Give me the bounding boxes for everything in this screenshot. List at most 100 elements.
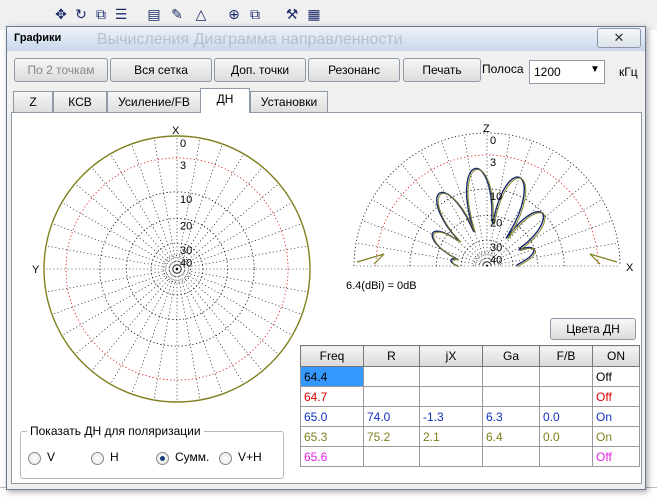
chevron-down-icon[interactable]: ▼ xyxy=(590,64,600,75)
table-cell-freq[interactable]: 64.4 xyxy=(300,366,364,387)
by-two-points-button[interactable]: По 2 точкам xyxy=(14,58,108,82)
azimuth-ring-label: 20 xyxy=(180,220,192,232)
triangle-icon[interactable]: △ xyxy=(192,5,210,23)
table-cell-ga[interactable]: 6.4 xyxy=(482,426,540,447)
scale-icon[interactable]: ☰ xyxy=(112,5,130,23)
table-row[interactable]: 64.7 Off xyxy=(300,386,640,407)
table-row[interactable]: 65.6 Off xyxy=(300,446,640,467)
tab-gain-fb[interactable]: Усиление/FB xyxy=(107,91,201,112)
azimuth-ring-label: 3 xyxy=(180,160,186,172)
table-cell-r[interactable]: 75.2 xyxy=(363,426,420,447)
elevation-pattern-plot: 0 3 10 20 3040 Z X xyxy=(353,123,634,274)
radio-v-label: V xyxy=(47,450,56,464)
radio-h[interactable] xyxy=(91,452,104,465)
col-jx[interactable]: jX xyxy=(419,345,483,367)
azimuth-pattern-plot: 0 3 10 20 3040 X Y xyxy=(32,125,311,403)
elevation-ring-label: 30 xyxy=(490,242,502,254)
col-ga[interactable]: Ga xyxy=(482,345,540,367)
azimuth-radial-line xyxy=(176,183,280,270)
crosshair-icon[interactable]: ⊕ xyxy=(225,5,243,23)
table-cell-jx[interactable] xyxy=(419,366,483,387)
elevation-ring-label: 20 xyxy=(490,217,502,229)
document-icon[interactable]: ▤ xyxy=(145,5,163,23)
azimuth-radial-line xyxy=(91,166,178,270)
table-cell-ga[interactable]: 6.3 xyxy=(482,406,540,427)
tools-icon[interactable]: ⚒ xyxy=(283,5,301,23)
background-window-title: Вычисления Диаграмма направленности xyxy=(97,31,403,48)
table-cell-on[interactable]: Off xyxy=(592,386,640,407)
open-list-icon[interactable]: ⧉ xyxy=(92,5,110,23)
table-cell-freq[interactable]: 64.7 xyxy=(300,386,364,407)
table-cell-fb[interactable] xyxy=(539,386,593,407)
elevation-ring-label: 3 xyxy=(490,157,496,169)
azimuth-axis-y-label: Y xyxy=(32,264,40,276)
reference-level-label: 6.4(dBi) = 0dB xyxy=(346,280,417,292)
col-on[interactable]: ON xyxy=(592,345,640,367)
azimuth-axis-x-label: X xyxy=(172,125,180,137)
radio-sum-label: Сумм. xyxy=(175,450,210,464)
print-button[interactable]: Печать xyxy=(403,58,481,82)
draw-icon[interactable]: ✎ xyxy=(168,5,186,23)
table-cell-on[interactable]: On xyxy=(592,426,640,447)
azimuth-radial-line xyxy=(74,183,178,270)
table-cell-freq[interactable]: 65.6 xyxy=(300,446,364,467)
copy-icon[interactable]: ⧉ xyxy=(246,5,264,23)
band-value: 1200 xyxy=(534,65,561,79)
elevation-side-lobe-left xyxy=(356,253,385,265)
full-grid-button[interactable]: Вся сетка xyxy=(110,58,212,82)
table-cell-jx[interactable] xyxy=(419,386,483,407)
close-button[interactable]: ✕ xyxy=(597,28,641,48)
radio-v-plus-h-label: V+H xyxy=(238,450,262,464)
elevation-axis-x-label: X xyxy=(626,262,634,274)
radio-v[interactable] xyxy=(28,452,41,465)
azimuth-radial-line xyxy=(176,268,263,372)
table-cell-on[interactable]: On xyxy=(592,406,640,427)
close-icon: ✕ xyxy=(613,30,625,45)
table-cell-on[interactable]: Off xyxy=(592,366,640,387)
resonance-button[interactable]: Резонанс xyxy=(308,58,400,82)
table-cell-on[interactable]: Off xyxy=(592,446,640,467)
azimuth-ring-label: 0 xyxy=(180,138,186,150)
rotate-icon[interactable]: ↻ xyxy=(72,5,90,23)
table-row[interactable]: 65.3 75.2 2.1 6.4 0.0 On xyxy=(300,426,640,447)
radio-v-plus-h[interactable] xyxy=(219,452,232,465)
table-row[interactable]: 64.4 Off xyxy=(300,366,640,387)
col-r[interactable]: R xyxy=(363,345,420,367)
tab-z[interactable]: Z xyxy=(13,91,53,112)
col-freq[interactable]: Freq xyxy=(300,345,364,367)
table-cell-freq[interactable]: 65.0 xyxy=(300,406,364,427)
table-cell-r[interactable] xyxy=(363,446,420,467)
table-cell-ga[interactable] xyxy=(482,366,540,387)
table-cell-fb[interactable]: 0.0 xyxy=(539,406,593,427)
table-row[interactable]: 65.0 74.0 -1.3 6.3 0.0 On xyxy=(300,406,640,427)
table-cell-r[interactable]: 74.0 xyxy=(363,406,420,427)
col-fb[interactable]: F/B xyxy=(539,345,593,367)
tab-pattern[interactable]: ДН xyxy=(200,88,250,113)
band-select[interactable]: 1200 ▼ xyxy=(529,60,605,84)
azimuth-radial-line xyxy=(176,268,280,355)
table-cell-r[interactable] xyxy=(363,366,420,387)
table-cell-fb[interactable] xyxy=(539,366,593,387)
table-cell-ga[interactable] xyxy=(482,446,540,467)
table-cell-jx[interactable] xyxy=(419,446,483,467)
elevation-side-lobe-right xyxy=(589,253,618,265)
dialog-titlebar[interactable]: Графики Вычисления Диаграмма направленно… xyxy=(7,27,645,51)
pattern-colors-button[interactable]: Цвета ДН xyxy=(550,318,636,340)
tab-settings[interactable]: Установки xyxy=(250,91,328,112)
elevation-ring-label: 10 xyxy=(490,191,502,203)
table-cell-r[interactable] xyxy=(363,386,420,407)
table-cell-fb[interactable] xyxy=(539,446,593,467)
radio-sum[interactable] xyxy=(156,452,169,465)
table-cell-freq[interactable]: 65.3 xyxy=(300,426,364,447)
tab-swr[interactable]: КСВ xyxy=(53,91,107,112)
move-icon[interactable]: ✥ xyxy=(52,5,70,23)
dialog-title: Графики xyxy=(14,32,62,44)
calculator-icon[interactable]: ▦ xyxy=(305,5,323,23)
table-cell-ga[interactable] xyxy=(482,386,540,407)
radio-h-label: H xyxy=(110,450,119,464)
band-label: Полоса xyxy=(482,62,524,76)
table-cell-jx[interactable]: 2.1 xyxy=(419,426,483,447)
table-cell-jx[interactable]: -1.3 xyxy=(419,406,483,427)
table-cell-fb[interactable]: 0.0 xyxy=(539,426,593,447)
extra-points-button[interactable]: Доп. точки xyxy=(214,58,306,82)
